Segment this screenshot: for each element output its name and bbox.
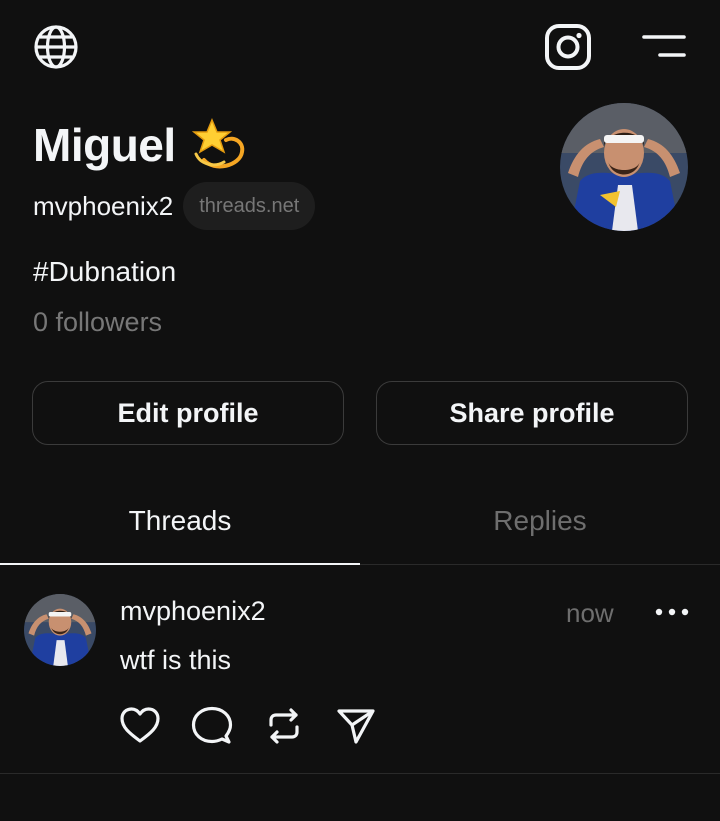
instagram-icon[interactable] — [544, 23, 592, 71]
menu-icon[interactable] — [642, 34, 686, 60]
domain-badge[interactable]: threads.net — [183, 182, 316, 230]
post-divider — [0, 773, 720, 774]
post-text: wtf is this — [120, 645, 232, 675]
comment-icon[interactable] — [191, 705, 233, 747]
heart-icon[interactable] — [119, 705, 161, 747]
profile-display-name: Miguel — [33, 119, 176, 171]
followers-count[interactable]: 0 followers — [33, 307, 162, 338]
share-profile-button[interactable]: Share profile — [376, 381, 688, 445]
profile-avatar[interactable] — [560, 103, 688, 231]
post-username[interactable]: mvphoenix2 — [120, 596, 266, 627]
send-icon[interactable] — [335, 705, 377, 747]
profile-handle: mvphoenix2 — [33, 190, 174, 221]
globe-icon[interactable] — [33, 24, 79, 70]
tab-threads[interactable]: Threads — [0, 478, 360, 564]
edit-profile-button[interactable]: Edit profile — [32, 381, 344, 445]
profile-bio[interactable]: #Dubnation — [33, 256, 176, 288]
repost-icon[interactable] — [263, 705, 305, 747]
post-timestamp: now — [566, 598, 614, 628]
more-options-icon[interactable] — [654, 600, 690, 624]
active-tab-indicator — [0, 563, 360, 565]
tab-replies[interactable]: Replies — [360, 478, 720, 564]
handle-row: mvphoenix2 threads.net — [33, 182, 316, 230]
post-avatar[interactable] — [24, 594, 96, 666]
dizzy-star-emoji-icon — [190, 116, 248, 174]
profile-name-row: Miguel — [33, 116, 248, 174]
